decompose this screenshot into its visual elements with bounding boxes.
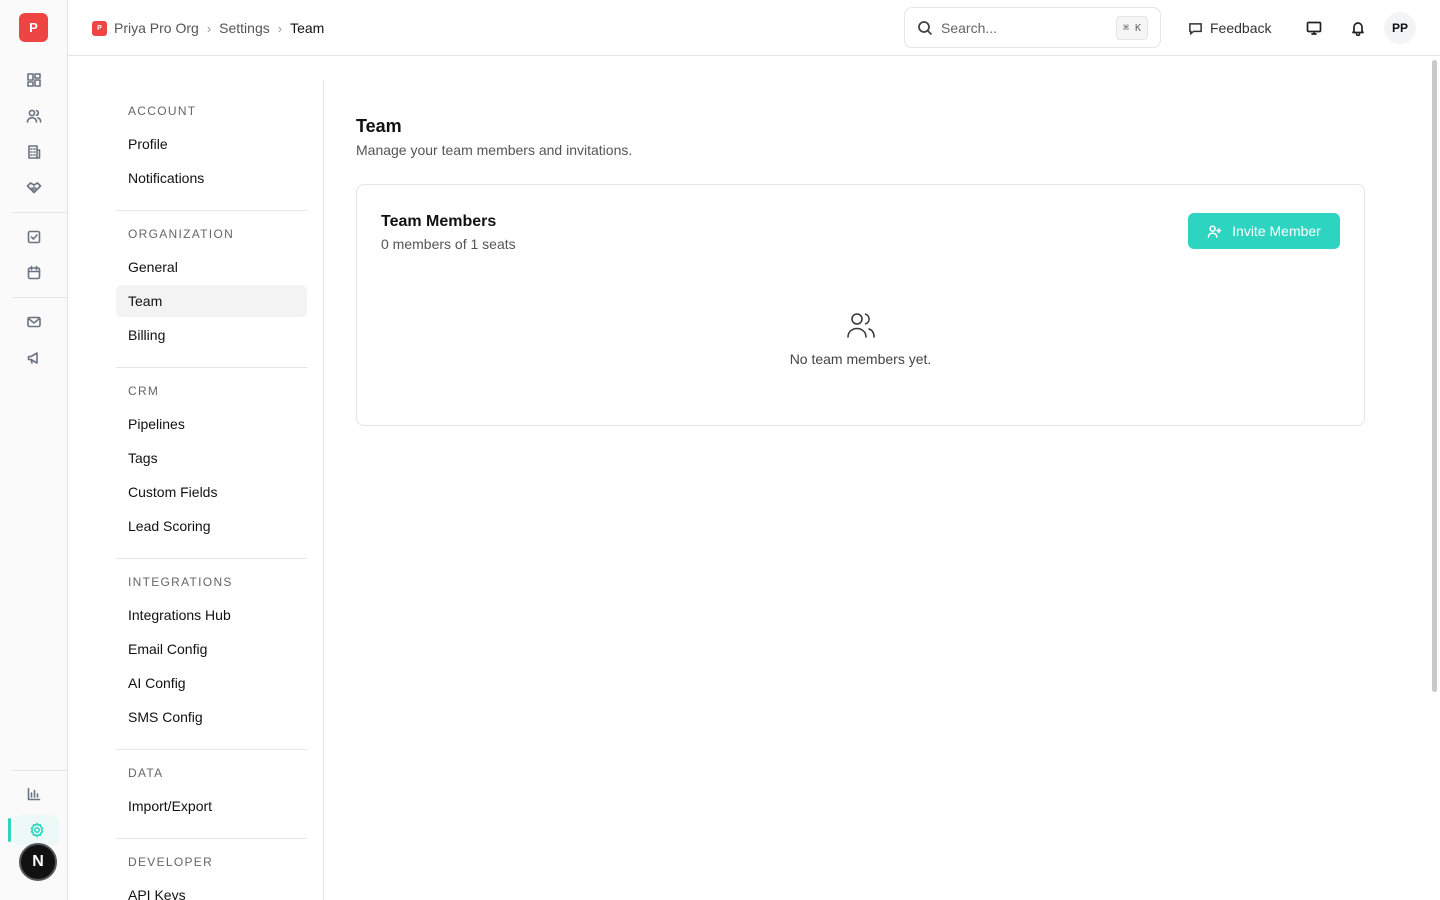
user-plus-icon [1207, 225, 1222, 238]
search-shortcut: ⌘ K [1115, 16, 1148, 40]
email-icon[interactable] [14, 307, 54, 337]
nav-item-tags[interactable]: Tags [116, 442, 307, 474]
dashboard-icon[interactable] [14, 65, 54, 95]
nav-item-api-keys[interactable]: API Keys [116, 879, 307, 900]
nav-item-billing[interactable]: Billing [116, 319, 307, 351]
nav-heading: ORGANIZATION [128, 227, 235, 241]
nav-heading: CRM [128, 384, 160, 398]
rail-divider [12, 297, 67, 298]
chevron-right-icon: › [277, 20, 283, 36]
nav-item-custom-fields[interactable]: Custom Fields [116, 476, 307, 508]
avatar[interactable]: PP [1384, 12, 1416, 44]
card-title: Team Members [381, 213, 497, 230]
empty-state-text: No team members yet. [789, 351, 932, 367]
nav-section-developer: DEVELOPER API Keys [116, 847, 307, 900]
tasks-icon[interactable] [14, 222, 54, 252]
search-input[interactable] [941, 19, 1101, 36]
scrollbar[interactable] [1432, 60, 1437, 692]
users-icon [845, 309, 877, 341]
nav-item-email-config[interactable]: Email Config [116, 633, 307, 665]
bell-icon[interactable] [1348, 18, 1368, 38]
campaigns-icon[interactable] [14, 343, 54, 373]
invite-member-button[interactable]: Invite Member [1188, 213, 1340, 249]
nav-section-organization: ORGANIZATION General Team Billing [116, 219, 307, 351]
rail-divider [12, 770, 67, 771]
nav-item-notifications[interactable]: Notifications [116, 162, 307, 194]
app-rail: P N [0, 0, 68, 900]
nav-heading: INTEGRATIONS [128, 575, 233, 589]
org-logo: P [92, 20, 107, 36]
feedback-button[interactable]: Feedback [1188, 0, 1271, 56]
invite-member-label: Invite Member [1232, 223, 1321, 239]
team-members-card: Team Members 0 members of 1 seats Invite… [356, 184, 1365, 426]
contacts-icon[interactable] [14, 101, 54, 131]
nav-section-account: ACCOUNT Profile Notifications [116, 96, 307, 194]
nav-section-integrations: INTEGRATIONS Integrations Hub Email Conf… [116, 567, 307, 733]
nav-item-pipelines[interactable]: Pipelines [116, 408, 307, 440]
top-bar: P Priya Pro Org › Settings › Team ⌘ K Fe… [68, 0, 1440, 56]
nav-divider [116, 749, 307, 750]
breadcrumb: P Priya Pro Org › Settings › Team [92, 0, 324, 56]
nav-divider [116, 367, 307, 368]
calendar-icon[interactable] [14, 258, 54, 288]
nav-section-data: DATA Import/Export [116, 758, 307, 822]
companies-icon[interactable] [14, 137, 54, 167]
breadcrumb-settings[interactable]: Settings [219, 20, 270, 36]
monitor-icon[interactable] [1304, 18, 1324, 38]
breadcrumb-current: Team [290, 20, 325, 36]
nav-section-crm: CRM Pipelines Tags Custom Fields Lead Sc… [116, 376, 307, 542]
nav-heading: ACCOUNT [128, 104, 197, 118]
nav-item-lead-scoring[interactable]: Lead Scoring [116, 510, 307, 542]
workspace-logo[interactable]: P [19, 13, 48, 42]
message-icon [1189, 22, 1202, 35]
page-subtitle: Manage your team members and invitations… [356, 142, 633, 158]
nav-item-sms-config[interactable]: SMS Config [116, 701, 307, 733]
breadcrumb-org[interactable]: Priya Pro Org [114, 20, 199, 36]
nav-heading: DATA [128, 766, 164, 780]
page-title: Team [356, 116, 402, 136]
settings-icon[interactable] [14, 815, 59, 845]
search-box[interactable]: ⌘ K [904, 7, 1161, 48]
seat-count: 0 members of 1 seats [381, 236, 516, 252]
nav-heading: DEVELOPER [128, 855, 214, 869]
nav-item-general[interactable]: General [116, 251, 307, 283]
nav-item-team[interactable]: Team [116, 285, 307, 317]
nav-item-profile[interactable]: Profile [116, 128, 307, 160]
chevron-right-icon: › [206, 20, 212, 36]
next-badge[interactable]: N [19, 843, 57, 881]
nav-item-ai-config[interactable]: AI Config [116, 667, 307, 699]
feedback-label: Feedback [1210, 20, 1272, 36]
nav-divider [116, 558, 307, 559]
settings-nav: ACCOUNT Profile Notifications ORGANIZATI… [116, 80, 324, 900]
nav-item-import-export[interactable]: Import/Export [116, 790, 307, 822]
nav-divider [116, 838, 307, 839]
active-indicator [8, 818, 11, 842]
rail-divider [12, 212, 67, 213]
search-icon [918, 20, 933, 35]
nav-divider [116, 210, 307, 211]
deals-icon[interactable] [14, 173, 54, 203]
reports-icon[interactable] [14, 779, 54, 809]
nav-item-integrations-hub[interactable]: Integrations Hub [116, 599, 307, 631]
